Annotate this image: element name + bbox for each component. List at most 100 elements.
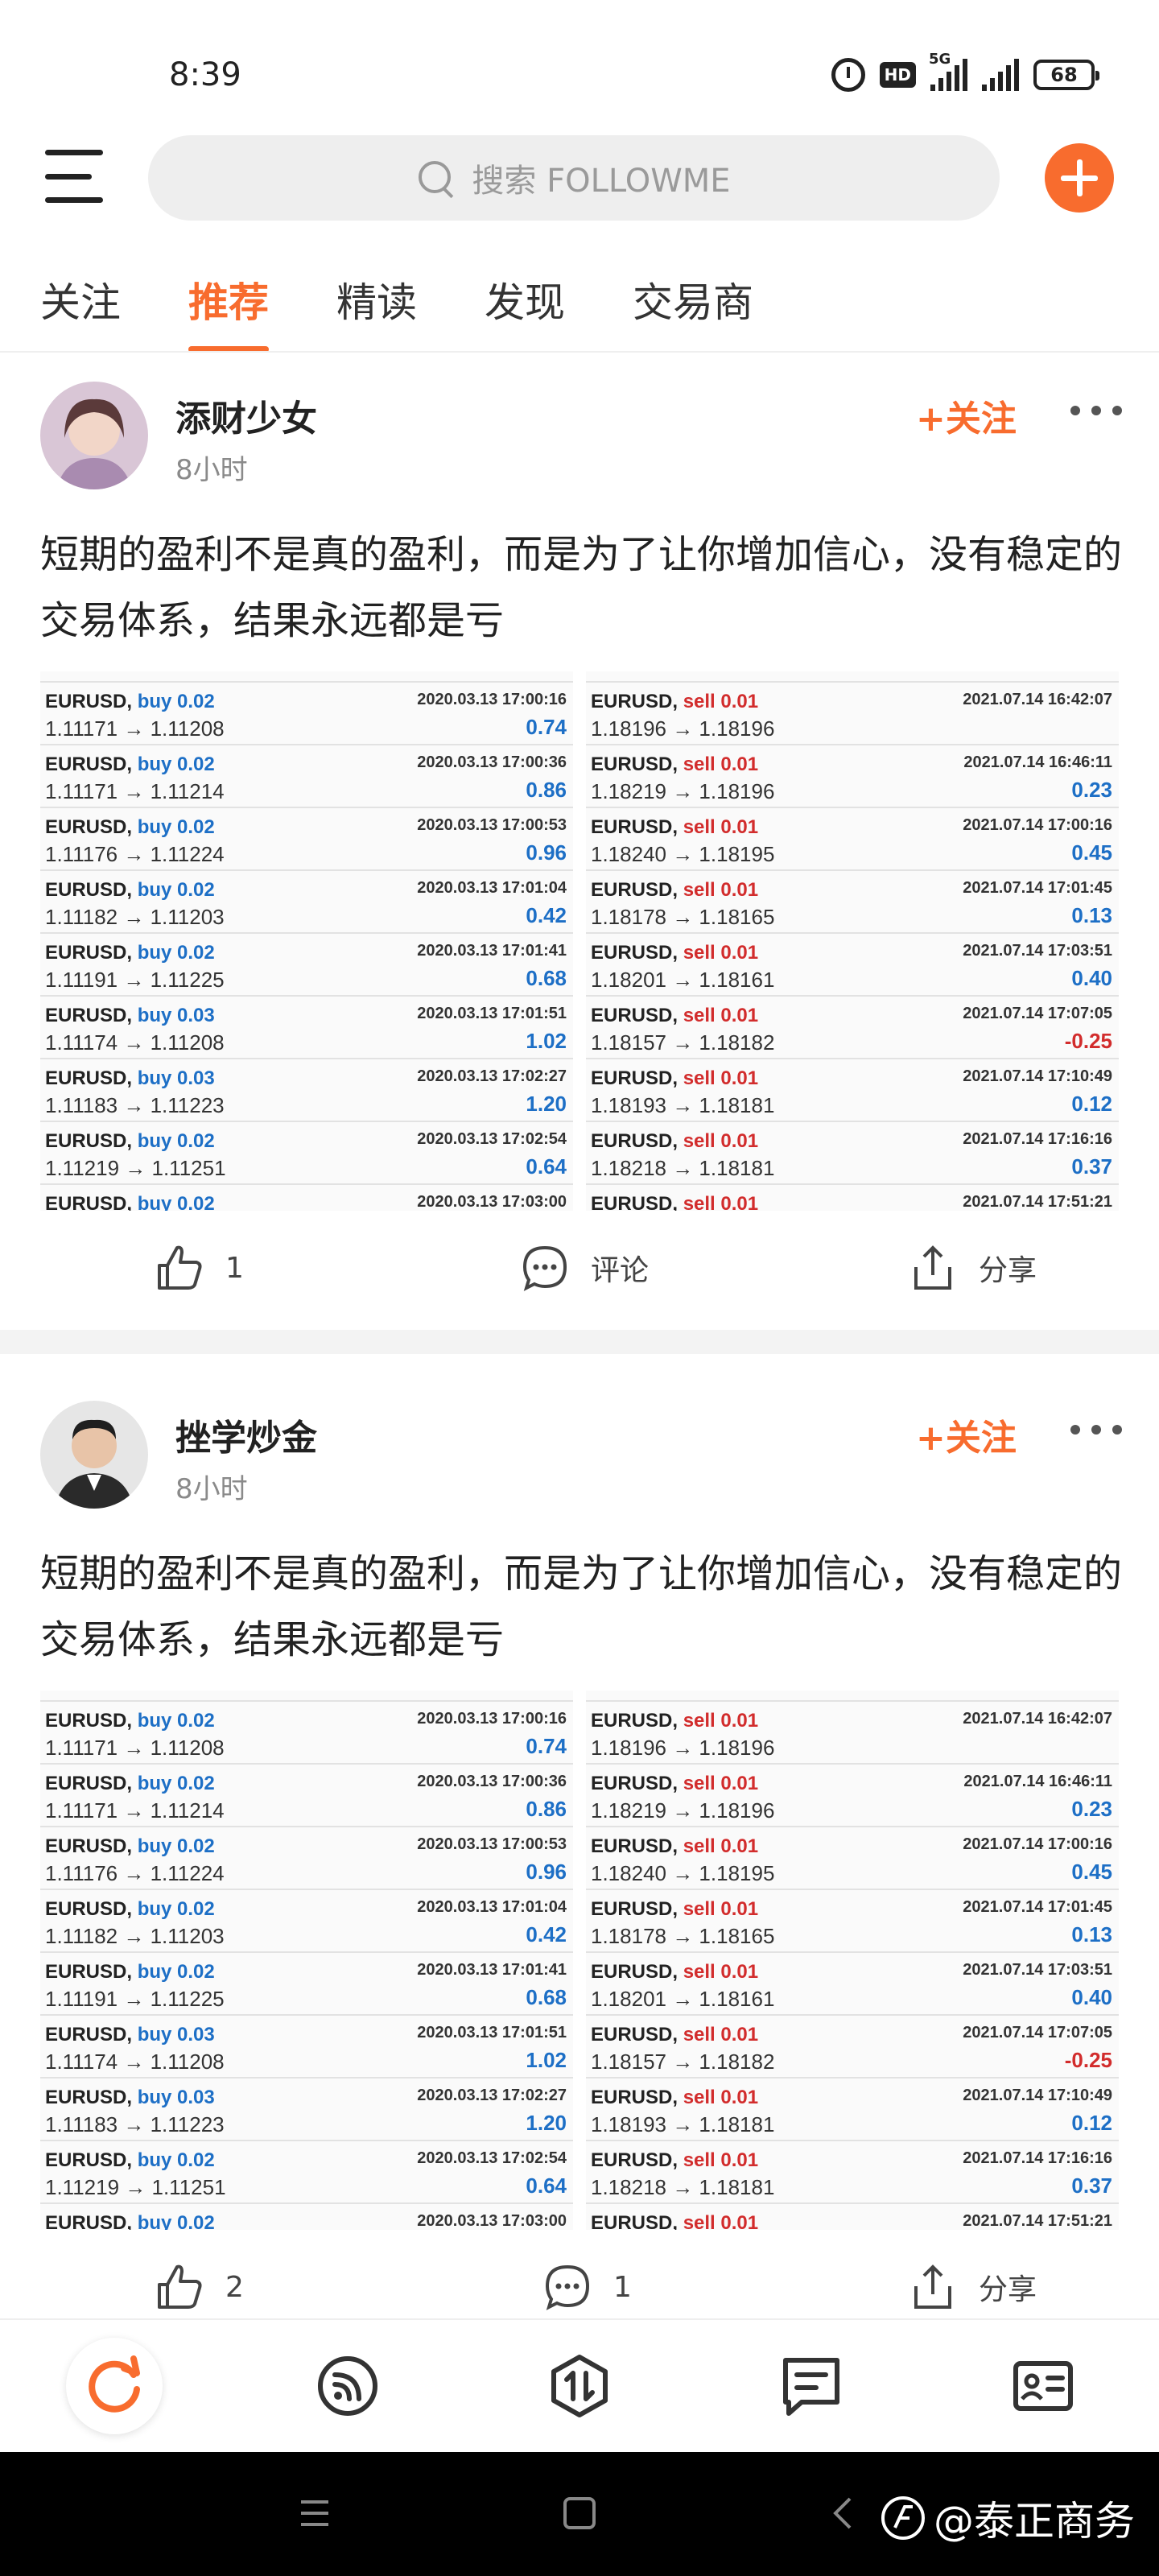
comment-button[interactable]: 1 bbox=[542, 2262, 632, 2312]
trade-price: 1.11219 → 1.11251 bbox=[45, 1156, 226, 1180]
trade-side: sell 0.01 bbox=[683, 2024, 759, 2046]
alarm-icon bbox=[831, 58, 865, 92]
trade-price: 1.18178 → 1.18165 bbox=[591, 1924, 775, 1948]
author-name[interactable]: 挫学炒金 bbox=[175, 1409, 317, 1460]
trade-profit: 0.45 bbox=[1071, 840, 1112, 865]
trade-symbol: EURUSD, buy 0.02 bbox=[45, 1961, 215, 1983]
trade-date: 2020.03.13 17:01:04 bbox=[417, 879, 567, 897]
trade-row: EURUSD, sell 0.01 2021.07.14 17:10:49 1.18… bbox=[586, 2079, 1119, 2141]
trade-side: sell 0.01 bbox=[683, 2149, 759, 2171]
trade-profit: 0.13 bbox=[1071, 1922, 1112, 1946]
add-post-button[interactable] bbox=[1045, 143, 1114, 213]
trade-date: 2021.07.14 17:16:16 bbox=[963, 2149, 1112, 2167]
feed-icon[interactable] bbox=[316, 2354, 380, 2418]
tab-discover[interactable]: 发现 bbox=[485, 270, 565, 328]
trade-profit: 0.68 bbox=[526, 966, 567, 990]
home-icon[interactable] bbox=[562, 2496, 597, 2531]
trade-symbol: EURUSD, buy 0.02 bbox=[45, 1835, 215, 1857]
profile-card-icon[interactable] bbox=[1011, 2354, 1075, 2418]
trade-side: sell 0.01 bbox=[683, 1193, 759, 1211]
comment-button[interactable]: 评论 bbox=[520, 1243, 649, 1293]
bottom-navigation bbox=[0, 2318, 1159, 2454]
trade-side: sell 0.01 bbox=[683, 1067, 759, 1089]
tab-brokers[interactable]: 交易商 bbox=[633, 270, 753, 328]
trade-symbol: EURUSD, sell 0.01 bbox=[591, 1005, 759, 1026]
trade-side: buy 0.02 bbox=[137, 691, 215, 712]
trade-profit: 0.40 bbox=[1071, 1985, 1112, 2009]
more-options-icon[interactable] bbox=[1070, 1414, 1159, 1446]
trade-symbol: EURUSD, buy 0.03 bbox=[45, 2024, 215, 2046]
trade-date: 2021.07.14 17:01:45 bbox=[963, 879, 1112, 897]
tab-bar: 关注 推荐 精读 发现 交易商 bbox=[40, 270, 753, 353]
trade-price: 1.18157 → 1.18182 bbox=[591, 2050, 775, 2074]
trade-side: sell 0.01 bbox=[683, 2212, 759, 2230]
trade-price: 1.18157 → 1.18182 bbox=[591, 1030, 775, 1055]
trade-screenshot-right[interactable]: EURUSD, sell 0.01 2021.07.14 16:42:07 1.18… bbox=[586, 1690, 1119, 2230]
menu-icon[interactable] bbox=[298, 2497, 332, 2529]
trade-symbol: EURUSD, sell 0.01 bbox=[591, 1710, 759, 1732]
trade-screenshot-left[interactable]: EURUSD, buy 0.02 2020.03.13 17:00:16 1.111… bbox=[40, 671, 573, 1211]
tab-following[interactable]: 关注 bbox=[40, 270, 121, 328]
search-bar[interactable]: 搜索 FOLLOWME bbox=[148, 135, 1000, 221]
post-text[interactable]: 短期的盈利不是真的盈利，而是为了让你增加信心，没有稳定的交易体系，结果永远都是亏 bbox=[40, 522, 1159, 654]
tab-recommended[interactable]: 推荐 bbox=[188, 270, 269, 353]
trade-date: 2020.03.13 17:00:16 bbox=[417, 691, 567, 708]
trade-side: buy 0.02 bbox=[137, 1193, 215, 1211]
avatar[interactable] bbox=[40, 382, 148, 489]
like-button[interactable]: 2 bbox=[155, 2262, 244, 2312]
trade-screenshot-left[interactable]: EURUSD, buy 0.02 2020.03.13 17:00:16 1.111… bbox=[40, 1690, 573, 2230]
trade-price: 1.11183 → 1.11223 bbox=[45, 1093, 225, 1117]
trade-price: 1.11182 → 1.11203 bbox=[45, 905, 225, 929]
share-label: 分享 bbox=[979, 2273, 1037, 2306]
trade-symbol: EURUSD, sell 0.01 bbox=[591, 1961, 759, 1983]
trade-symbol: EURUSD, sell 0.01 bbox=[591, 1130, 759, 1152]
post-text[interactable]: 短期的盈利不是真的盈利，而是为了让你增加信心，没有稳定的交易体系，结果永远都是亏 bbox=[40, 1541, 1159, 1673]
trade-symbol: EURUSD, sell 0.01 bbox=[591, 942, 759, 964]
share-button[interactable]: 分享 bbox=[908, 1243, 1037, 1293]
trade-row: EURUSD, buy 0.02 2020.03.13 17:03:00 bbox=[40, 2204, 573, 2230]
trade-row: EURUSD, buy 0.03 2020.03.13 17:01:51 1.111… bbox=[40, 2016, 573, 2079]
back-icon[interactable] bbox=[829, 2496, 856, 2531]
trade-date: 2021.07.14 17:00:16 bbox=[963, 816, 1112, 834]
trade-date: 2021.07.14 17:03:51 bbox=[963, 1961, 1112, 1979]
trade-row: EURUSD, buy 0.03 2020.03.13 17:01:51 1.111… bbox=[40, 997, 573, 1059]
trade-date: 2021.07.14 17:01:45 bbox=[963, 1898, 1112, 1916]
trade-price: 1.11174 → 1.11208 bbox=[45, 1030, 225, 1055]
trade-row: EURUSD, sell 0.01 2021.07.14 17:51:21 bbox=[586, 1185, 1119, 1211]
trade-row: EURUSD, sell 0.01 2021.07.14 17:00:16 1.18… bbox=[586, 1827, 1119, 1890]
trade-date: 2020.03.13 17:02:27 bbox=[417, 1067, 567, 1085]
trade-price: 1.11191 → 1.11225 bbox=[45, 968, 225, 992]
more-options-icon[interactable] bbox=[1070, 394, 1159, 427]
trade-symbol: EURUSD, buy 0.02 bbox=[45, 1773, 215, 1794]
menu-icon[interactable] bbox=[45, 150, 103, 203]
avatar[interactable] bbox=[40, 1401, 148, 1509]
trade-side: sell 0.01 bbox=[683, 942, 759, 964]
trade-side: sell 0.01 bbox=[683, 1961, 759, 1983]
share-label: 分享 bbox=[979, 1254, 1037, 1287]
trade-row: EURUSD, sell 0.01 2021.07.14 16:46:11 1.18… bbox=[586, 745, 1119, 808]
share-button[interactable]: 分享 bbox=[908, 2262, 1037, 2312]
tab-featured[interactable]: 精读 bbox=[336, 270, 417, 328]
trade-icon[interactable] bbox=[547, 2354, 612, 2418]
trade-symbol: EURUSD, sell 0.01 bbox=[591, 1773, 759, 1794]
trade-symbol: EURUSD, buy 0.02 bbox=[45, 816, 215, 838]
trade-row: EURUSD, sell 0.01 2021.07.14 17:03:51 1.18… bbox=[586, 934, 1119, 997]
follow-button[interactable]: +关注 bbox=[916, 1409, 1017, 1460]
trade-date: 2020.03.13 17:02:54 bbox=[417, 2149, 567, 2167]
trade-price: 1.18201 → 1.18161 bbox=[591, 1987, 775, 2011]
share-icon bbox=[914, 2264, 951, 2309]
trade-screenshot-right[interactable]: EURUSD, sell 0.01 2021.07.14 16:42:07 1.18… bbox=[586, 671, 1119, 1211]
follow-button[interactable]: +关注 bbox=[916, 390, 1017, 441]
author-name[interactable]: 添财少女 bbox=[175, 390, 317, 441]
refresh-button[interactable] bbox=[66, 2338, 163, 2434]
trade-row: EURUSD, buy 0.03 2020.03.13 17:02:27 1.111… bbox=[40, 2079, 573, 2141]
trade-symbol: EURUSD, buy 0.02 bbox=[45, 1193, 215, 1211]
trade-price: 1.11219 → 1.11251 bbox=[45, 2175, 226, 2199]
notes-icon[interactable] bbox=[779, 2354, 843, 2418]
like-button[interactable]: 1 bbox=[155, 1243, 244, 1293]
trade-price: 1.18218 → 1.18181 bbox=[591, 2175, 775, 2199]
trade-symbol: EURUSD, sell 0.01 bbox=[591, 1898, 759, 1920]
trade-date: 2021.07.14 17:10:49 bbox=[963, 1067, 1112, 1085]
trade-row-partial bbox=[586, 1690, 1119, 1702]
trade-price: 1.18201 → 1.18161 bbox=[591, 968, 775, 992]
